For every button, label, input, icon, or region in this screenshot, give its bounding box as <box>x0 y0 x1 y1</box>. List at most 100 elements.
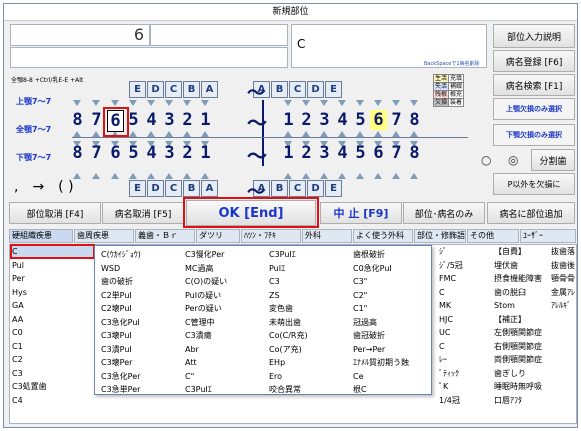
tab-9[interactable]: その他 <box>467 229 519 243</box>
user-item[interactable]: 抜歯後 <box>549 259 577 272</box>
baby-tooth-left-top[interactable]: D <box>147 81 164 98</box>
baby-tooth-left-bot[interactable]: E <box>129 180 146 197</box>
lower-missing-only-button[interactable]: 下顎欠損のみ選択 <box>493 124 575 146</box>
lower-tooth-left[interactable]: 5 <box>125 143 142 163</box>
baby-tooth-left-top[interactable]: C <box>165 81 182 98</box>
tab-5[interactable]: ﾊﾂﾝ・ﾌﾁｷ <box>241 229 301 243</box>
hard-tissue-item[interactable]: C0 <box>10 326 94 339</box>
tab-8[interactable]: 部位・修飾語 <box>414 229 466 243</box>
popup-disease-item[interactable]: C1" <box>351 302 433 315</box>
upper-tooth-left[interactable]: 2 <box>179 110 196 130</box>
popup-disease-item[interactable]: 未萌出歯 <box>267 316 349 329</box>
baby-tooth-right-top[interactable]: B <box>271 81 288 98</box>
popup-disease-item[interactable]: Abr <box>183 343 265 356</box>
other-item[interactable]: 【補正】 <box>492 313 548 326</box>
popup-disease-item[interactable]: C3" <box>351 275 433 288</box>
lower-tooth-right[interactable]: 5 <box>352 143 369 163</box>
lower-tooth-left[interactable]: 6 <box>107 143 124 163</box>
modifier-item[interactable]: ｼﾞ/5冠 <box>437 259 487 272</box>
baby-tooth-right-bot[interactable]: B <box>271 180 288 197</box>
popup-disease-item[interactable]: 冠過高 <box>351 316 433 329</box>
popup-disease-item[interactable]: Perの疑い <box>183 302 265 315</box>
tab-1[interactable]: 硬組織疾患 <box>9 229 73 243</box>
lower-tooth-left[interactable]: 7 <box>88 143 105 163</box>
popup-disease-item[interactable]: ZS <box>267 289 349 302</box>
hard-tissue-item[interactable]: Per <box>10 272 94 285</box>
baby-tooth-right-bot[interactable]: D <box>307 180 324 197</box>
popup-disease-item[interactable]: C3急単Per <box>99 383 181 396</box>
search-disease-button[interactable]: 病名検索 [F1] <box>493 74 575 96</box>
popup-disease-item[interactable]: C3急化PuI <box>99 316 181 329</box>
lower-tooth-right[interactable]: 8 <box>406 143 423 163</box>
upper-tooth-right[interactable]: 5 <box>352 110 369 130</box>
lower-tooth-right[interactable]: 6 <box>370 143 387 163</box>
upper-tooth-right[interactable]: 2 <box>298 110 315 130</box>
stop-button[interactable]: 中 止 [F9] <box>320 202 402 224</box>
popup-disease-item[interactable]: C3壊PuI <box>99 329 181 342</box>
popup-disease-item[interactable]: Co(ア充) <box>267 343 349 356</box>
part-name-only-button[interactable]: 部位･病名のみ <box>403 202 485 224</box>
tab-10[interactable]: ﾕｰｻﾞｰ <box>520 229 576 243</box>
modifier-item[interactable]: C <box>437 340 487 353</box>
tab-6[interactable]: 外科 <box>302 229 352 243</box>
tab-7[interactable]: よく使う外科 <box>353 229 413 243</box>
hard-tissue-item[interactable]: C3処置歯 <box>10 380 94 393</box>
hard-tissue-item[interactable]: GA <box>10 299 94 312</box>
popup-disease-item[interactable]: ｴﾅﾒﾙ質初期う蝕 <box>351 356 433 369</box>
popup-disease-item[interactable]: C3潰PuI <box>99 343 181 356</box>
modifier-item[interactable]: FMC <box>437 272 487 285</box>
user-item[interactable]: 顎骨骨 <box>549 272 577 285</box>
popup-disease-item[interactable]: C2壊PuI <box>99 302 181 315</box>
hard-tissue-item[interactable]: C4 <box>10 394 94 407</box>
lower-tooth-right[interactable]: 1 <box>280 143 297 163</box>
lower-tooth-left[interactable]: 4 <box>143 143 160 163</box>
popup-disease-item[interactable]: C3 <box>267 275 349 288</box>
popup-disease-item[interactable]: PuIの疑い <box>183 289 265 302</box>
cancel-name-button[interactable]: 病名取消 [F5] <box>102 202 184 224</box>
popup-disease-item[interactable]: 歯の破折 <box>99 275 181 288</box>
baby-tooth-right-top[interactable]: C <box>289 81 306 98</box>
popup-disease-item[interactable]: C2単PuI <box>99 289 181 302</box>
non-p-to-missing-button[interactable]: P以外を欠損に <box>493 173 575 195</box>
part-input-help-button[interactable]: 部位入力説明 <box>493 24 575 48</box>
hard-tissue-item[interactable]: C3 <box>10 367 94 380</box>
lower-tooth-right[interactable]: 7 <box>388 143 405 163</box>
other-item[interactable]: 【自費】 <box>492 245 548 258</box>
popup-disease-item[interactable]: C3PuIｴ <box>267 248 349 261</box>
popup-disease-item[interactable]: Ero <box>267 370 349 383</box>
tab-4[interactable]: ダツリ <box>196 229 240 243</box>
upper-tooth-left[interactable]: 4 <box>143 110 160 130</box>
baby-tooth-left-top[interactable]: B <box>183 81 200 98</box>
other-item[interactable]: 摂食機能障害 <box>492 272 548 285</box>
baby-tooth-left-bot[interactable]: B <box>183 180 200 197</box>
popup-disease-item[interactable]: EHp <box>267 356 349 369</box>
cancel-part-button[interactable]: 部位取消 [F4] <box>9 202 101 224</box>
modifier-item[interactable]: MK <box>437 299 487 312</box>
popup-disease-item[interactable]: C3壊Per <box>99 356 181 369</box>
popup-disease-item[interactable]: C(O)の疑い <box>183 275 265 288</box>
lower-tooth-left[interactable]: 8 <box>69 143 86 163</box>
popup-disease-item[interactable]: PuIｴ <box>267 262 349 275</box>
popup-disease-item[interactable]: 歯冠破折 <box>351 329 433 342</box>
upper-tooth-left[interactable]: 1 <box>197 110 214 130</box>
popup-disease-item[interactable]: 歯根破折 <box>351 248 433 261</box>
popup-disease-item[interactable]: Ce <box>351 370 433 383</box>
upper-tooth-right[interactable]: 3 <box>316 110 333 130</box>
popup-disease-item[interactable]: MC過高 <box>183 262 265 275</box>
hard-tissue-item[interactable]: Pul <box>10 259 94 272</box>
hard-tissue-item[interactable]: C1 <box>10 340 94 353</box>
modifier-item[interactable]: ﾟK <box>437 380 487 393</box>
lower-tooth-right[interactable]: 4 <box>334 143 351 163</box>
hard-tissue-item[interactable]: C2 <box>10 353 94 366</box>
popup-disease-item[interactable]: WSD <box>99 262 181 275</box>
popup-disease-item[interactable]: C3潰瘍 <box>183 329 265 342</box>
hard-tissue-item[interactable]: Hys <box>10 286 94 299</box>
popup-disease-item[interactable]: C2" <box>351 289 433 302</box>
user-item[interactable]: 抜歯落 <box>549 245 577 258</box>
upper-missing-only-button[interactable]: 上顎欠損のみ選択 <box>493 98 575 120</box>
other-item[interactable]: 歯ぎしり <box>492 367 548 380</box>
upper-tooth-left[interactable]: 3 <box>161 110 178 130</box>
other-item[interactable]: 口唇ｱﾌﾀ <box>492 394 548 407</box>
baby-tooth-right-bot[interactable]: C <box>289 180 306 197</box>
popup-disease-item[interactable]: 咬合異常 <box>267 383 349 396</box>
